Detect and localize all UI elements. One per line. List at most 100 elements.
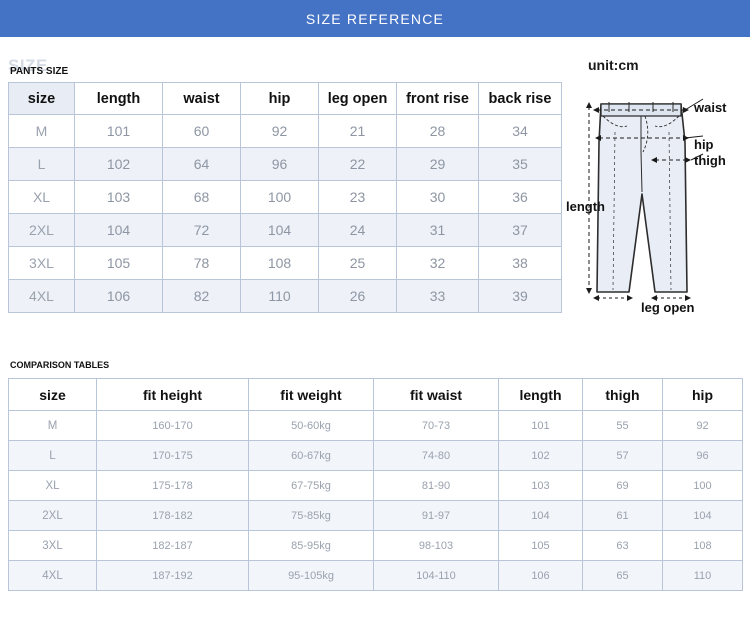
cell-fit-waist: 81-90 bbox=[373, 470, 499, 501]
cell-size: L bbox=[8, 147, 75, 181]
cell-hip: 110 bbox=[240, 279, 319, 313]
cell-thigh: 57 bbox=[582, 440, 663, 471]
diagram-label-waist: waist bbox=[694, 100, 727, 115]
table-row: 3XL 105 78 108 25 32 38 bbox=[8, 246, 562, 280]
cell-hip: 100 bbox=[662, 470, 743, 501]
table-row: L 102 64 96 22 29 35 bbox=[8, 147, 562, 181]
cell-hip: 104 bbox=[662, 500, 743, 531]
cell-length: 104 bbox=[74, 213, 163, 247]
cell-size: 2XL bbox=[8, 500, 97, 531]
table-row: XL 103 68 100 23 30 36 bbox=[8, 180, 562, 214]
cell-thigh: 65 bbox=[582, 560, 663, 591]
cell-front-rise: 28 bbox=[396, 114, 479, 148]
diagram-label-thigh: thigh bbox=[694, 153, 726, 168]
cell-thigh: 61 bbox=[582, 500, 663, 531]
table-row: 4XL 187-192 95-105kg 104-110 106 65 110 bbox=[8, 560, 743, 591]
cell-fit-waist: 74-80 bbox=[373, 440, 499, 471]
col-header-fit-waist: fit waist bbox=[373, 378, 499, 411]
col-header-front-rise: front rise bbox=[396, 82, 479, 115]
col-header-thigh: thigh bbox=[582, 378, 663, 411]
cell-leg-open: 23 bbox=[318, 180, 397, 214]
cell-front-rise: 31 bbox=[396, 213, 479, 247]
cell-size: 3XL bbox=[8, 530, 97, 561]
cell-length: 106 bbox=[74, 279, 163, 313]
cell-hip: 92 bbox=[662, 410, 743, 441]
col-header-fit-height: fit height bbox=[96, 378, 249, 411]
table-row: 3XL 182-187 85-95kg 98-103 105 63 108 bbox=[8, 530, 743, 561]
cell-fit-waist: 104-110 bbox=[373, 560, 499, 591]
cell-size: M bbox=[8, 114, 75, 148]
cell-front-rise: 32 bbox=[396, 246, 479, 280]
cell-hip: 96 bbox=[240, 147, 319, 181]
col-header-waist: waist bbox=[162, 82, 241, 115]
cell-length: 103 bbox=[498, 470, 583, 501]
col-header-size: size bbox=[8, 378, 97, 411]
table-header-row: size length waist hip leg open front ris… bbox=[8, 82, 562, 115]
cell-waist: 72 bbox=[162, 213, 241, 247]
pants-size-caption: PANTS SIZE bbox=[10, 66, 69, 77]
cell-hip: 104 bbox=[240, 213, 319, 247]
cell-hip: 108 bbox=[240, 246, 319, 280]
cell-front-rise: 33 bbox=[396, 279, 479, 313]
cell-leg-open: 21 bbox=[318, 114, 397, 148]
cell-fit-height: 178-182 bbox=[96, 500, 249, 531]
cell-fit-height: 160-170 bbox=[96, 410, 249, 441]
cell-fit-height: 182-187 bbox=[96, 530, 249, 561]
table-row: L 170-175 60-67kg 74-80 102 57 96 bbox=[8, 440, 743, 471]
cell-leg-open: 24 bbox=[318, 213, 397, 247]
cell-size: 4XL bbox=[8, 560, 97, 591]
cell-length: 105 bbox=[74, 246, 163, 280]
cell-length: 102 bbox=[498, 440, 583, 471]
cell-waist: 60 bbox=[162, 114, 241, 148]
cell-hip: 96 bbox=[662, 440, 743, 471]
cell-front-rise: 29 bbox=[396, 147, 479, 181]
cell-size: 2XL bbox=[8, 213, 75, 247]
cell-thigh: 63 bbox=[582, 530, 663, 561]
size-reference-page: SIZE REFERENCE SIZE unit:cm PANTS SIZE s… bbox=[0, 0, 750, 637]
col-header-fit-weight: fit weight bbox=[248, 378, 374, 411]
comparison-table: size fit height fit weight fit waist len… bbox=[8, 378, 743, 591]
table-row: XL 175-178 67-75kg 81-90 103 69 100 bbox=[8, 470, 743, 501]
table-row: 2XL 104 72 104 24 31 37 bbox=[8, 213, 562, 247]
cell-fit-waist: 70-73 bbox=[373, 410, 499, 441]
col-header-back-rise: back rise bbox=[478, 82, 562, 115]
cell-size: XL bbox=[8, 180, 75, 214]
diagram-label-leg-open: leg open bbox=[641, 300, 695, 315]
col-header-leg-open: leg open bbox=[318, 82, 397, 115]
cell-size: XL bbox=[8, 470, 97, 501]
cell-fit-weight: 67-75kg bbox=[248, 470, 374, 501]
table-header-row: size fit height fit weight fit waist len… bbox=[8, 378, 743, 411]
cell-back-rise: 38 bbox=[478, 246, 562, 280]
cell-thigh: 69 bbox=[582, 470, 663, 501]
cell-length: 103 bbox=[74, 180, 163, 214]
col-header-length: length bbox=[498, 378, 583, 411]
cell-length: 105 bbox=[498, 530, 583, 561]
cell-waist: 68 bbox=[162, 180, 241, 214]
pants-size-table: size length waist hip leg open front ris… bbox=[8, 82, 562, 313]
cell-size: M bbox=[8, 410, 97, 441]
cell-waist: 82 bbox=[162, 279, 241, 313]
cell-front-rise: 30 bbox=[396, 180, 479, 214]
cell-fit-height: 175-178 bbox=[96, 470, 249, 501]
page-banner: SIZE REFERENCE bbox=[0, 0, 750, 37]
col-header-length: length bbox=[74, 82, 163, 115]
cell-size: L bbox=[8, 440, 97, 471]
cell-leg-open: 22 bbox=[318, 147, 397, 181]
table-row: M 101 60 92 21 28 34 bbox=[8, 114, 562, 148]
diagram-label-length: length bbox=[566, 199, 605, 214]
diagram-label-hip: hip bbox=[694, 137, 714, 152]
table-row: 2XL 178-182 75-85kg 91-97 104 61 104 bbox=[8, 500, 743, 531]
cell-fit-weight: 60-67kg bbox=[248, 440, 374, 471]
col-header-hip: hip bbox=[662, 378, 743, 411]
cell-fit-weight: 75-85kg bbox=[248, 500, 374, 531]
cell-back-rise: 39 bbox=[478, 279, 562, 313]
table-row: 4XL 106 82 110 26 33 39 bbox=[8, 279, 562, 313]
cell-length: 102 bbox=[74, 147, 163, 181]
cell-length: 101 bbox=[74, 114, 163, 148]
comparison-tables-caption: COMPARISON TABLES bbox=[10, 360, 110, 370]
cell-waist: 64 bbox=[162, 147, 241, 181]
cell-back-rise: 37 bbox=[478, 213, 562, 247]
cell-leg-open: 25 bbox=[318, 246, 397, 280]
cell-length: 106 bbox=[498, 560, 583, 591]
cell-leg-open: 26 bbox=[318, 279, 397, 313]
